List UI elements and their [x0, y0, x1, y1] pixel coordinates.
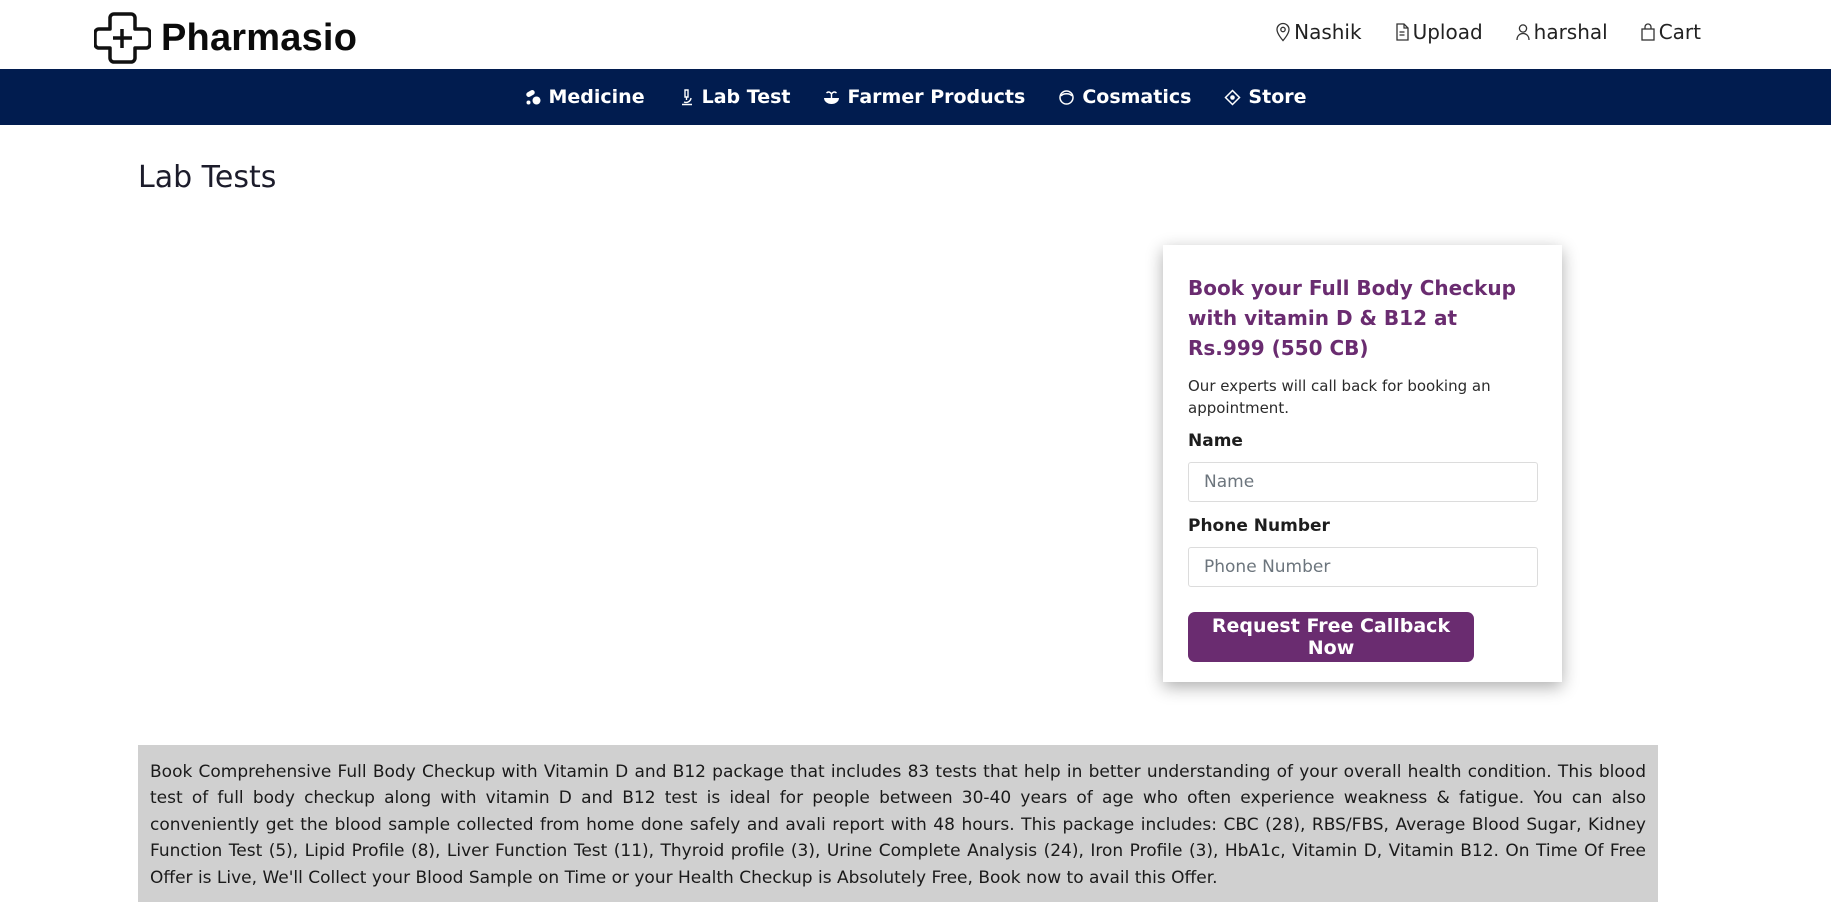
name-input[interactable]: [1188, 462, 1538, 502]
booking-card: Book your Full Body Checkup with vitamin…: [1163, 245, 1562, 682]
name-label: Name: [1188, 431, 1243, 451]
brand[interactable]: Pharmasio: [94, 10, 357, 66]
nav-label: Lab Test: [701, 86, 791, 108]
booking-card-title: Book your Full Body Checkup with vitamin…: [1188, 276, 1516, 360]
location-link[interactable]: Nashik: [1275, 20, 1362, 44]
cart-label: Cart: [1658, 20, 1701, 44]
face-cream-icon: [1059, 89, 1075, 105]
plant-bowl-icon: [824, 90, 840, 104]
cart-link[interactable]: Cart: [1640, 20, 1701, 44]
request-callback-button[interactable]: Request Free Callback Now: [1188, 612, 1474, 662]
nav-label: Medicine: [548, 86, 645, 108]
store-icon: [1224, 88, 1241, 106]
brand-name: Pharmasio: [161, 16, 358, 59]
plus-cross-logo-icon: [94, 12, 151, 64]
top-header: Pharmasio Nashik Upload harshal Cart: [0, 0, 1831, 69]
account-link[interactable]: harshal: [1515, 20, 1608, 44]
main-navbar: Medicine Lab Test Farmer Products Cosmat…: [0, 69, 1831, 125]
upload-link[interactable]: Upload: [1394, 20, 1483, 44]
page-title: Lab Tests: [138, 160, 277, 195]
nav-item-medicine[interactable]: Medicine: [525, 86, 645, 108]
upload-label: Upload: [1412, 20, 1483, 44]
nav-item-store[interactable]: Store: [1224, 86, 1307, 108]
phone-label: Phone Number: [1188, 516, 1330, 536]
booking-card-subtitle: Our experts will call back for booking a…: [1188, 377, 1491, 417]
nav-label: Store: [1248, 86, 1307, 108]
user-icon: [1515, 24, 1530, 41]
shopping-bag-icon: [1641, 23, 1655, 41]
user-links: Nashik Upload harshal Cart: [1275, 20, 1701, 44]
package-description: Book Comprehensive Full Body Checkup wit…: [138, 745, 1658, 902]
location-pin-icon: [1276, 22, 1290, 42]
document-icon: [1395, 23, 1409, 41]
microscope-icon: [681, 88, 692, 105]
nav-item-lab-test[interactable]: Lab Test: [678, 86, 791, 108]
phone-input[interactable]: [1188, 547, 1538, 587]
nav-item-farmer-products[interactable]: Farmer Products: [823, 86, 1025, 108]
nav-label: Cosmatics: [1082, 86, 1192, 108]
location-label: Nashik: [1294, 20, 1362, 44]
capsules-icon: [525, 89, 540, 104]
account-label: harshal: [1533, 20, 1608, 44]
nav-item-cosmatics[interactable]: Cosmatics: [1058, 86, 1191, 108]
nav-label: Farmer Products: [847, 86, 1026, 108]
